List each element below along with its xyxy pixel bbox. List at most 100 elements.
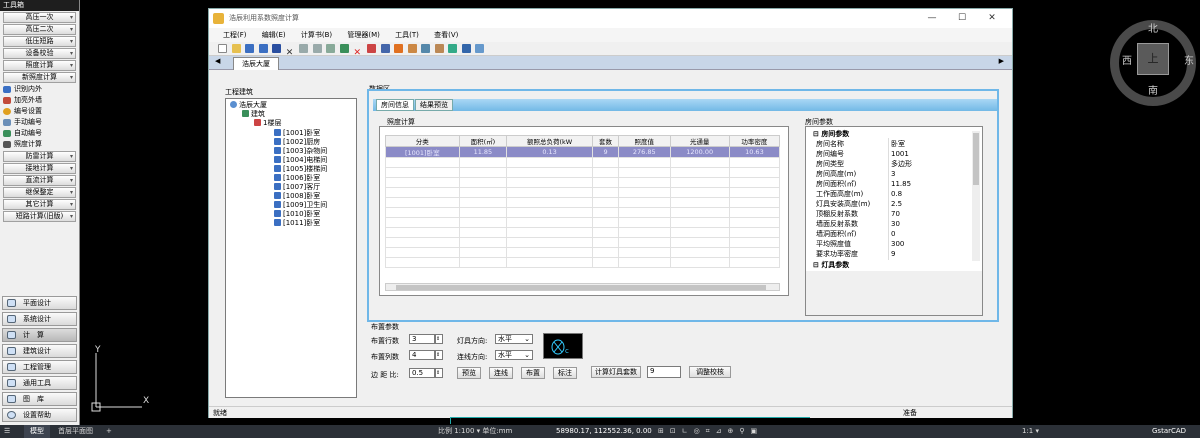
building-icon[interactable]	[434, 44, 444, 53]
tab-left-arrow-icon[interactable]: ◀	[215, 57, 220, 65]
cols-spinner[interactable]: ⇕	[435, 350, 443, 360]
rows-input[interactable]: 3	[409, 334, 435, 344]
prop-value[interactable]: 0.8	[891, 190, 902, 199]
tree-room[interactable]: [1009]卫生间	[274, 201, 327, 210]
tree-room[interactable]: [1010]卧室	[274, 210, 320, 219]
calc-icon[interactable]	[380, 44, 390, 53]
tab-right-arrow-icon[interactable]: ▶	[999, 57, 1004, 65]
toolbox-button[interactable]: 继保整定	[3, 187, 76, 198]
rows-spinner[interactable]: ⇕	[435, 334, 443, 344]
tab-layout[interactable]: 首层平面图	[58, 425, 93, 438]
toolbox-bottom-button[interactable]: 建筑设计	[2, 344, 77, 358]
tree-room[interactable]: [1006]卧室	[274, 174, 320, 183]
tree-room[interactable]: [1005]楼梯间	[274, 165, 327, 174]
prop-value[interactable]: 0	[891, 230, 895, 239]
tree-room[interactable]: [1011]卧室	[274, 219, 320, 228]
column-header[interactable]: 分类	[385, 135, 460, 147]
horizontal-scrollbar[interactable]	[385, 283, 780, 291]
toolbox-item[interactable]: 加亮外墙	[0, 95, 79, 106]
calc-lamps-button[interactable]: 计算灯具套数	[591, 366, 641, 378]
tab-model[interactable]: 模型	[24, 425, 50, 438]
toolbox-item[interactable]: 自动编号	[0, 128, 79, 139]
toolbox-button[interactable]: 短路计算(旧版)	[3, 211, 76, 222]
margin-spinner[interactable]: ⇕	[435, 368, 443, 378]
menu-manager[interactable]: 管理器(M)	[347, 31, 380, 39]
prop-value[interactable]: 300	[891, 240, 904, 249]
save-as-icon[interactable]	[258, 44, 268, 53]
toolbox-bottom-button[interactable]: 设置帮助	[2, 408, 77, 422]
excel-icon[interactable]	[448, 44, 458, 53]
up-icon[interactable]	[339, 44, 349, 53]
column-header[interactable]: 功率密度	[728, 135, 781, 147]
viewcube-top[interactable]: 上	[1137, 43, 1169, 75]
compass-south[interactable]: 南	[1148, 82, 1158, 97]
toolbox-bottom-button[interactable]: 计 算	[2, 328, 77, 342]
lamp-icon[interactable]	[367, 44, 377, 53]
scrollbar-thumb[interactable]	[396, 285, 766, 290]
place-button[interactable]: 布置	[521, 367, 545, 379]
table-cell[interactable]: 276.85	[618, 146, 671, 158]
table-cell[interactable]: 11.85	[458, 146, 508, 158]
toolbox-bottom-button[interactable]: 工程管理	[2, 360, 77, 374]
zoom-display[interactable]: 1:1 ▾	[1022, 425, 1039, 438]
toolbox-button[interactable]: 新照度计算	[3, 72, 76, 83]
preview-button[interactable]: 预览	[457, 367, 481, 379]
column-header[interactable]: 光通量	[669, 135, 730, 147]
toolbox-button[interactable]: 接地计算	[3, 163, 76, 174]
tree-room[interactable]: [1002]厨房	[274, 138, 320, 147]
tree-floor[interactable]: 1楼层	[254, 119, 281, 128]
save-icon[interactable]	[245, 44, 255, 53]
table-cell[interactable]: 9	[592, 146, 620, 158]
prop-value[interactable]: 卧室	[891, 140, 905, 149]
new-icon[interactable]	[218, 44, 227, 53]
toolbox-button[interactable]: 设备校验	[3, 48, 76, 59]
maximize-icon[interactable]: ☐	[948, 9, 976, 28]
column-header[interactable]: 面积(㎡)	[458, 135, 508, 147]
toolbox-item[interactable]: 手动编号	[0, 117, 79, 128]
dir-select[interactable]: 水平 ⌄	[495, 334, 533, 344]
toolbox-item[interactable]: 编号设置	[0, 106, 79, 117]
tab-room-info[interactable]: 房间信息	[376, 99, 414, 111]
toolbox-item[interactable]: 识别内外	[0, 84, 79, 95]
close-icon[interactable]: ✕	[978, 9, 1006, 28]
toolbox-button[interactable]: 照度计算	[3, 60, 76, 71]
menu-project[interactable]: 工程(F)	[223, 31, 247, 39]
toolbox-bottom-button[interactable]: 图 库	[2, 392, 77, 406]
toolbox-button[interactable]: 防雷计算	[3, 151, 76, 162]
minimize-icon[interactable]: —	[918, 9, 946, 28]
tab-result-preview[interactable]: 结果预览	[415, 99, 453, 111]
toolbox-button[interactable]: 高压二次	[3, 24, 76, 35]
annotate-button[interactable]: 标注	[553, 367, 577, 379]
conn-select[interactable]: 水平 ⌄	[495, 350, 533, 360]
word-icon[interactable]	[461, 44, 471, 53]
table-cell[interactable]: [1001]卧室	[385, 146, 460, 158]
toolbox-bottom-button[interactable]: 平面设计	[2, 296, 77, 310]
scale-display[interactable]: 比例 1:100 ▾ 单位:mm	[438, 425, 512, 438]
room-add-icon[interactable]	[421, 44, 431, 53]
prop-value[interactable]: 11.85	[891, 180, 911, 189]
menu-report[interactable]: 计算书(B)	[301, 31, 332, 39]
table-cell[interactable]: 10.63	[728, 146, 781, 158]
menu-icon[interactable]: ☰	[4, 425, 10, 438]
compass-east[interactable]: 东	[1184, 52, 1194, 67]
toolbox-item[interactable]: 照度计算	[0, 139, 79, 150]
tree-room[interactable]: [1004]电梯间	[274, 156, 327, 165]
menu-tools[interactable]: 工具(T)	[395, 31, 419, 39]
tree-room[interactable]: [1008]卧室	[274, 192, 320, 201]
compass-west[interactable]: 西	[1122, 52, 1132, 67]
tree-room[interactable]: [1007]客厅	[274, 183, 320, 192]
cols-input[interactable]: 4	[409, 350, 435, 360]
prop-group-header[interactable]: ⊟ 灯具参数	[813, 261, 849, 270]
tab-project[interactable]: 浩辰大厦	[233, 57, 279, 70]
toolbox-button[interactable]: 其它计算	[3, 199, 76, 210]
tree-room[interactable]: [1003]杂物间	[274, 147, 327, 156]
drafting-tools-icon[interactable]: ⊞⊡∟◎⌗⊿⊕⚲▣	[658, 425, 763, 438]
tree-room[interactable]: [1001]卧室	[274, 129, 320, 138]
prop-value[interactable]: 70	[891, 210, 900, 219]
table-row[interactable]: [1001]卧室 11.85 0.13 9 276.85 1200.00 10.…	[385, 146, 781, 158]
prop-value[interactable]: 1001	[891, 150, 909, 159]
vertical-scrollbar[interactable]	[972, 131, 980, 261]
menu-view[interactable]: 查看(V)	[434, 31, 458, 39]
prop-group-header[interactable]: ⊟ 房间参数	[813, 130, 849, 139]
compass-north[interactable]: 北	[1148, 20, 1158, 35]
